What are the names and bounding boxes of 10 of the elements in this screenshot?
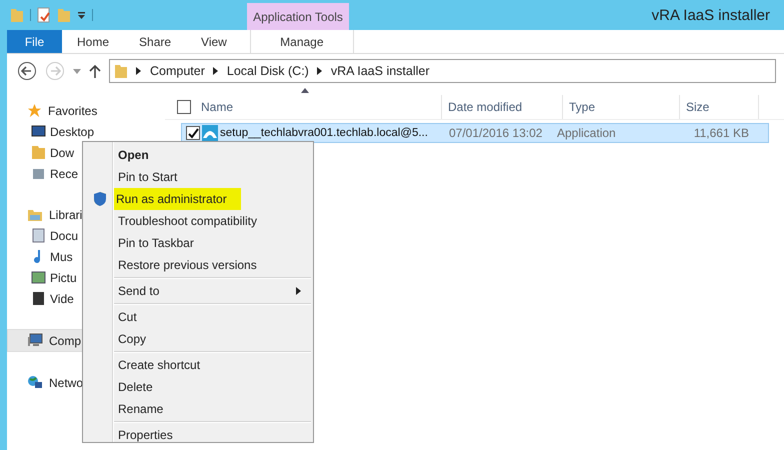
sidebar-label: Librari [49,208,82,222]
table-cell-text: 07/01/2016 13:02 [448,125,544,142]
table-cell-text: Application [557,125,617,142]
table-cell-text: 11,661 KB [692,125,750,142]
window-title: vRA IaaS installer [650,6,771,26]
file-name: setup__techlabvra001.techlab.local@5... [220,127,428,139]
sidebar-label: Netwo [49,376,84,390]
sidebar-label: Comp [49,334,82,348]
context-tab-group: Application Tools [247,3,349,30]
sidebar-label: Favorites [48,104,98,118]
